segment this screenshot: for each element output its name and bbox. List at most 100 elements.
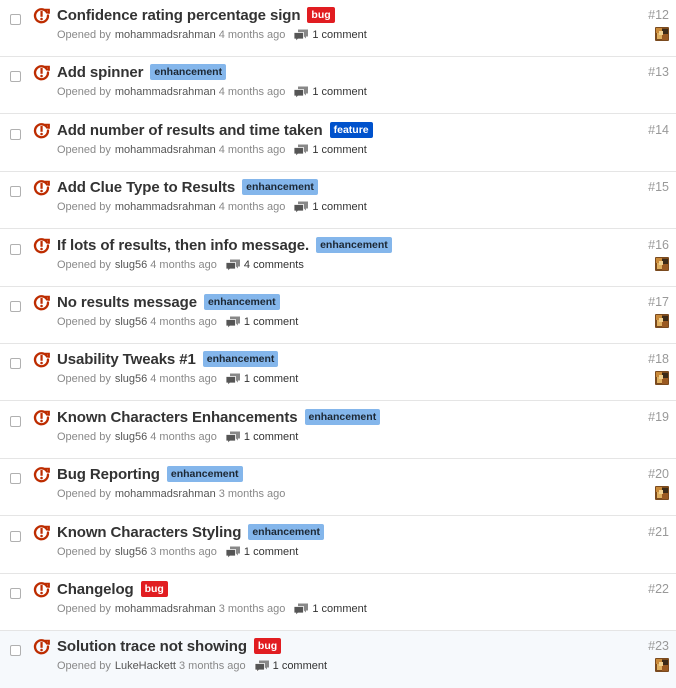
issue-comments-link[interactable]: 1 comment (293, 86, 367, 99)
comment-count: 1 comment (312, 201, 367, 213)
issue-author-link[interactable]: slug56 (115, 431, 147, 443)
issue-row[interactable]: Bug Reporting enhancement Opened by mohamma… (0, 459, 676, 516)
comment-count: 1 comment (243, 431, 299, 443)
issue-row[interactable]: Add Clue Type to Results enhancement Opene… (0, 172, 676, 229)
issue-label-enhancement[interactable]: enhancement (203, 294, 280, 310)
issue-title-link[interactable]: Solution trace not showing (57, 638, 247, 655)
comment-icon (293, 86, 309, 99)
issue-row[interactable]: Usability Tweaks #1 enhancement Opened by s… (0, 344, 676, 401)
opened-by-text: Opened by (57, 86, 111, 98)
comment-icon (225, 316, 240, 329)
issue-title-link[interactable]: Bug Reporting (57, 466, 160, 483)
issue-comments-link[interactable]: 1 comment (225, 431, 298, 444)
issue-row[interactable]: No results message enhancement Opened by sl… (0, 287, 676, 344)
comment-icon (225, 373, 240, 386)
issue-select-checkbox[interactable] (10, 244, 21, 255)
issue-select-checkbox[interactable] (10, 71, 21, 82)
issue-row[interactable]: Confidence rating percentage sign bug Open… (0, 0, 676, 57)
issue-select-checkbox[interactable] (10, 416, 21, 427)
opened-by-text: Opened by (57, 431, 111, 443)
issue-comments-link[interactable]: 1 comment (225, 316, 298, 329)
issue-row[interactable]: Known Characters Enhancements enhancement… (0, 402, 676, 459)
issue-comments-link[interactable]: 1 comment (293, 603, 367, 616)
issue-label-enhancement[interactable]: enhancement (248, 524, 324, 540)
issue-title-link[interactable]: Confidence rating percentage sign (57, 7, 301, 24)
comment-icon (293, 29, 309, 42)
issue-opened-icon (33, 525, 50, 541)
issue-comments-link[interactable]: 1 comment (254, 660, 327, 673)
issue-author-link[interactable]: mohammadsrahman (115, 488, 216, 500)
issue-opened-icon (33, 352, 50, 368)
issue-row[interactable]: Known Characters Styling enhancement Opene… (0, 517, 676, 574)
issue-title-link[interactable]: If lots of results, then info message. (57, 237, 309, 254)
issue-select-checkbox[interactable] (10, 129, 21, 140)
issue-author-link[interactable]: mohammadsrahman (115, 201, 216, 213)
issue-row[interactable]: Add number of results and time taken feat… (0, 115, 676, 172)
issue-row[interactable]: If lots of results, then info message. en… (0, 230, 676, 287)
assignee-avatar[interactable] (655, 658, 669, 672)
assignee-avatar[interactable] (655, 27, 669, 41)
issue-title-link[interactable]: Add Clue Type to Results (57, 179, 235, 196)
issue-comments-link[interactable]: 4 comments (225, 259, 304, 272)
issue-comments-link[interactable]: 1 comment (225, 373, 298, 386)
issue-label-enhancement[interactable]: enhancement (150, 64, 227, 80)
assignee-avatar[interactable] (655, 486, 669, 500)
issue-title-line: Add spinner enhancement (57, 62, 227, 82)
issue-author-link[interactable]: slug56 (115, 373, 147, 385)
issue-opened-time: 4 months ago (218, 86, 286, 98)
issue-opened-icon (33, 295, 50, 311)
issue-row[interactable]: Add spinner enhancement Opened by mohammads… (0, 57, 676, 114)
issue-select-checkbox[interactable] (10, 531, 21, 542)
issue-author-link[interactable]: mohammadsrahman (115, 29, 216, 41)
issue-author-link[interactable]: slug56 (115, 546, 147, 558)
issue-label-enhancement[interactable]: enhancement (202, 351, 279, 367)
issue-meta: Opened by slug56 4 months ago 1 comment (57, 372, 298, 386)
issue-row[interactable]: Solution trace not showing bug Opened by Lu… (0, 631, 676, 688)
issue-author-link[interactable]: mohammadsrahman (115, 86, 216, 98)
issue-select-checkbox[interactable] (10, 301, 21, 312)
issue-label-bug[interactable]: bug (140, 581, 168, 597)
issue-author-link[interactable]: mohammadsrahman (115, 144, 216, 156)
issue-label-feature[interactable]: feature (329, 122, 373, 138)
opened-by-text: Opened by (57, 201, 111, 213)
issue-number: #23 (648, 639, 669, 653)
comment-count: 1 comment (272, 660, 328, 672)
issue-label-enhancement[interactable]: enhancement (166, 466, 243, 482)
issue-opened-time: 3 months ago (178, 660, 246, 672)
issue-author-link[interactable]: slug56 (115, 316, 147, 328)
issue-author-link[interactable]: mohammadsrahman (115, 603, 216, 615)
issue-label-enhancement[interactable]: enhancement (304, 409, 381, 425)
comment-count: 1 comment (312, 144, 367, 156)
issue-title-link[interactable]: Changelog (57, 581, 134, 598)
issue-title-link[interactable]: Add number of results and time taken (57, 122, 323, 139)
issue-select-checkbox[interactable] (10, 588, 21, 599)
issue-number: #19 (648, 410, 669, 424)
assignee-avatar[interactable] (655, 371, 669, 385)
issue-comments-link[interactable]: 1 comment (293, 29, 367, 42)
issue-title-link[interactable]: No results message (57, 294, 197, 311)
issue-comments-link[interactable]: 1 comment (293, 144, 367, 157)
issue-meta: Opened by mohammadsrahman 3 months ago (57, 487, 285, 501)
issue-select-checkbox[interactable] (10, 473, 21, 484)
issue-select-checkbox[interactable] (10, 645, 21, 656)
issue-title-line: If lots of results, then info message. en… (57, 235, 392, 255)
issue-title-link[interactable]: Usability Tweaks #1 (57, 351, 196, 368)
issue-author-link[interactable]: LukeHackett (115, 660, 176, 672)
issue-label-bug[interactable]: bug (307, 7, 335, 23)
issue-select-checkbox[interactable] (10, 358, 21, 369)
issue-comments-link[interactable]: 1 comment (293, 201, 367, 214)
issue-select-checkbox[interactable] (10, 14, 21, 25)
issue-title-link[interactable]: Add spinner (57, 64, 144, 81)
issue-label-enhancement[interactable]: enhancement (242, 179, 318, 195)
issue-row[interactable]: Changelog bug Opened by mohammadsrahman 3 mo… (0, 574, 676, 631)
issue-label-bug[interactable]: bug (253, 638, 282, 654)
assignee-avatar[interactable] (655, 257, 669, 271)
issue-comments-link[interactable]: 1 comment (225, 546, 298, 559)
comment-count: 1 comment (312, 86, 367, 98)
issue-select-checkbox[interactable] (10, 186, 21, 197)
issue-author-link[interactable]: slug56 (115, 259, 147, 271)
issue-title-link[interactable]: Known Characters Enhancements (57, 409, 298, 426)
issue-title-link[interactable]: Known Characters Styling (57, 524, 241, 541)
assignee-avatar[interactable] (655, 314, 669, 328)
issue-label-enhancement[interactable]: enhancement (316, 237, 392, 253)
